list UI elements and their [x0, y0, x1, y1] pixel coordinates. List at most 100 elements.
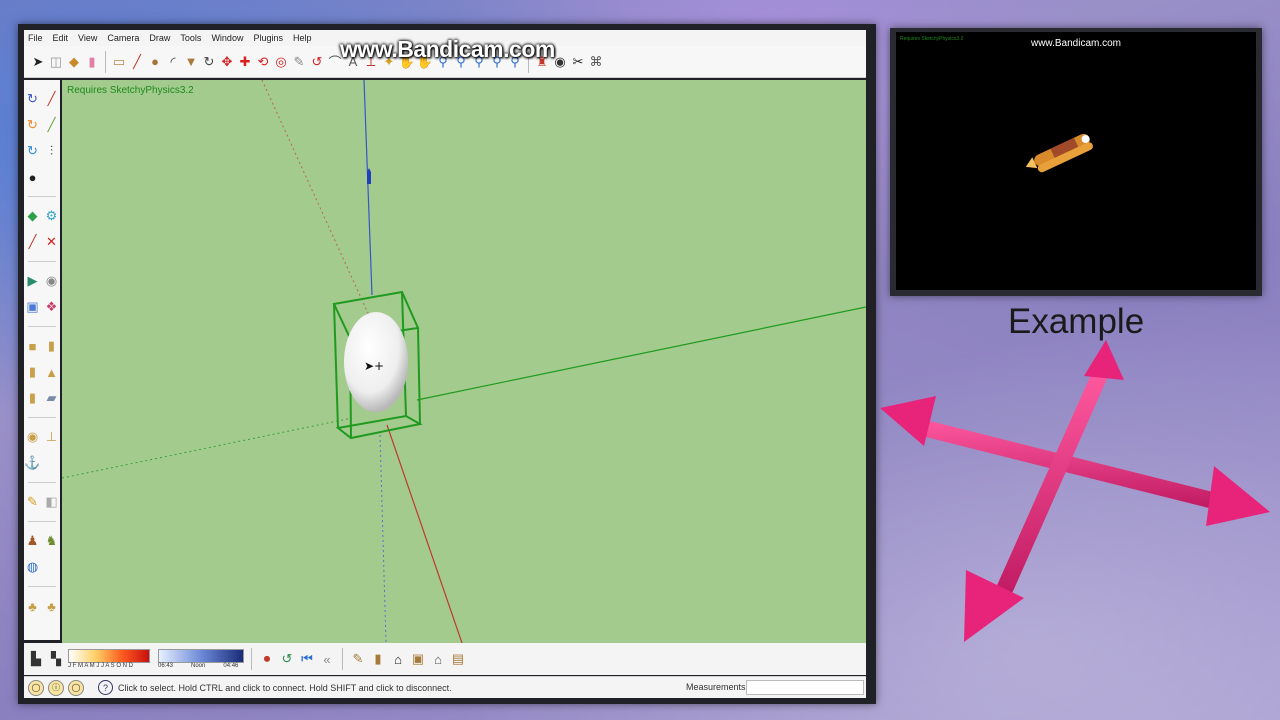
settings-icon[interactable]: ❖ — [44, 296, 59, 318]
3d-viewport[interactable]: Requires SketchyPhysics3.2 ➤+ — [62, 80, 866, 643]
figure-icon[interactable]: ✎ — [25, 491, 40, 513]
joint-hinge-icon[interactable]: ↻ — [25, 88, 40, 110]
month-scale-bar[interactable] — [68, 649, 150, 663]
chamfer-icon[interactable]: ▰ — [44, 387, 59, 409]
arc-icon[interactable]: ◜ — [165, 53, 181, 71]
magnet-icon[interactable]: ⫶ — [44, 140, 59, 162]
step-back-icon[interactable]: ⏮ — [299, 650, 315, 668]
door-icon[interactable]: ▣ — [410, 650, 426, 668]
wall-icon[interactable]: ▤ — [450, 650, 466, 668]
time-b-label: 04:46 — [223, 663, 239, 669]
tool-b-icon[interactable]: ▮ — [370, 650, 386, 668]
spring-icon[interactable]: ◉ — [25, 426, 40, 448]
thruster-icon[interactable]: ◆ — [25, 205, 40, 227]
paint-bucket-icon[interactable]: ◆ — [66, 53, 82, 71]
example-title: Example — [1008, 302, 1145, 341]
left-toolbar: ↻ ╱ ↻ ╱ ↻ ⫶ ● ◆ ⚙ ╱ ✕ ▶ ◉ ▣ ❖ ■ ▮ ▮ ▲ ▮ ▰ ◉ ⊥ ⚓ ✎ ◧ … — [24, 80, 60, 640]
blue-axis — [363, 80, 373, 296]
pushpull-icon[interactable]: ▼ — [183, 53, 199, 71]
credits-icon[interactable]: ⓘ — [48, 679, 64, 696]
capsule-icon[interactable]: ▲ — [44, 361, 59, 383]
status-bar: ◯ ⓘ ◯ ? Click to select. Hold CTRL and c… — [24, 676, 866, 698]
wheel-icon[interactable]: ▮ — [25, 387, 40, 409]
menu-help[interactable]: Help — [293, 33, 312, 43]
followme-icon[interactable]: ⟲ — [255, 53, 271, 71]
menu-camera[interactable]: Camera — [107, 33, 139, 43]
red-axis — [386, 424, 463, 643]
house-icon[interactable]: ⌂ — [390, 650, 406, 668]
menu-window[interactable]: Window — [211, 33, 243, 43]
toolbar-separator — [28, 417, 56, 418]
globe-icon[interactable]: ◍ — [25, 556, 40, 578]
pencil-icon[interactable]: ╱ — [129, 53, 145, 71]
scale-icon[interactable]: ✚ — [237, 53, 253, 71]
help-icon[interactable]: ? — [98, 680, 113, 695]
walk-person-icon[interactable]: ♞ — [44, 530, 59, 552]
menu-view[interactable]: View — [78, 33, 97, 43]
camera-icon[interactable]: ♣ — [25, 595, 40, 617]
component-icon[interactable]: ◫ — [48, 53, 64, 71]
user-icon[interactable]: ◯ — [68, 679, 84, 696]
select-icon[interactable]: ➤ — [30, 53, 46, 71]
shadow-time-slider[interactable]: 06:43 Noon 04:46 — [158, 649, 244, 669]
ui-icon[interactable]: ▣ — [25, 296, 40, 318]
joint-piston-icon[interactable]: ↻ — [25, 140, 40, 162]
bandicam-watermark: www.Bandicam.com — [340, 36, 555, 62]
joint-servo-icon[interactable]: ↻ — [25, 114, 40, 136]
person-icon[interactable]: ♟ — [25, 530, 40, 552]
hand-icon[interactable]: ♣ — [44, 595, 59, 617]
offset-icon[interactable]: ◎ — [273, 53, 289, 71]
tool-a-icon[interactable]: ✎ — [350, 650, 366, 668]
circle-icon[interactable]: ● — [147, 53, 163, 71]
sphere-ball-icon[interactable]: ● — [25, 166, 40, 188]
play-icon[interactable]: ▶ — [25, 270, 40, 292]
menu-edit[interactable]: Edit — [53, 33, 69, 43]
rectangle-icon[interactable]: ▭ — [111, 53, 127, 71]
cylinder-icon[interactable]: ▮ — [44, 335, 59, 357]
shadow-date-slider[interactable]: J F M A M J J A S O N D — [68, 649, 150, 669]
rotate-icon[interactable]: ↻ — [201, 53, 217, 71]
sketchup-window: File Edit View Camera Draw Tools Window … — [18, 24, 876, 704]
eraser-icon[interactable]: ▮ — [84, 53, 100, 71]
roof-icon[interactable]: ⌂ — [430, 650, 446, 668]
box-icon[interactable]: ■ — [25, 335, 40, 357]
toolbar-separator — [28, 196, 56, 197]
move-arrows-illustration — [880, 340, 1270, 642]
figure2-icon[interactable]: ◧ — [44, 491, 59, 513]
time-a-label: 06:43 — [158, 663, 174, 669]
preview-scene — [1025, 133, 1093, 173]
left-arrowhead-icon — [880, 396, 936, 446]
walk-icon-2[interactable]: ⌘ — [588, 53, 604, 71]
toolbar-separator — [28, 326, 56, 327]
joint-connect-icon[interactable]: ⚓ — [24, 452, 40, 474]
menu-file[interactable]: File — [28, 33, 43, 43]
cone-icon[interactable]: ▮ — [25, 361, 40, 383]
shadow-icon[interactable]: ▙ — [28, 650, 44, 668]
pin-icon[interactable]: ╱ — [25, 231, 40, 253]
delete-icon[interactable]: ✕ — [44, 231, 59, 253]
measurements-field[interactable] — [746, 680, 864, 695]
pencil-icon[interactable]: ╱ — [44, 88, 59, 110]
preview-watermark: www.Bandicam.com — [1030, 38, 1122, 49]
line-icon[interactable]: ╱ — [44, 114, 59, 136]
move-icon[interactable]: ✥ — [219, 53, 235, 71]
prev-icon[interactable]: « — [319, 650, 335, 668]
fog-icon[interactable]: ▚ — [48, 650, 64, 668]
menu-draw[interactable]: Draw — [149, 33, 170, 43]
toolbar-separator — [342, 648, 343, 670]
tape-icon[interactable]: ✎ — [291, 53, 307, 71]
record-icon[interactable]: ⏺ — [259, 650, 275, 668]
menu-tools[interactable]: Tools — [180, 33, 201, 43]
rewind-icon[interactable]: ↺ — [279, 650, 295, 668]
pause-icon[interactable]: ◉ — [44, 270, 59, 292]
section-icon[interactable]: ✂ — [570, 53, 586, 71]
georef-icon[interactable]: ◯ — [28, 679, 44, 696]
menu-plugins[interactable]: Plugins — [253, 33, 283, 43]
dimension-icon[interactable]: ↺ — [309, 53, 325, 71]
emitter-icon[interactable]: ⚙ — [44, 205, 59, 227]
anchor-icon[interactable]: ⊥ — [44, 426, 59, 448]
time-scale-bar[interactable] — [158, 649, 244, 663]
viewport-scene: ➤+ — [62, 80, 866, 643]
green-axis-dotted — [62, 417, 353, 479]
time-scale-labels: 06:43 Noon 04:46 — [158, 663, 238, 669]
